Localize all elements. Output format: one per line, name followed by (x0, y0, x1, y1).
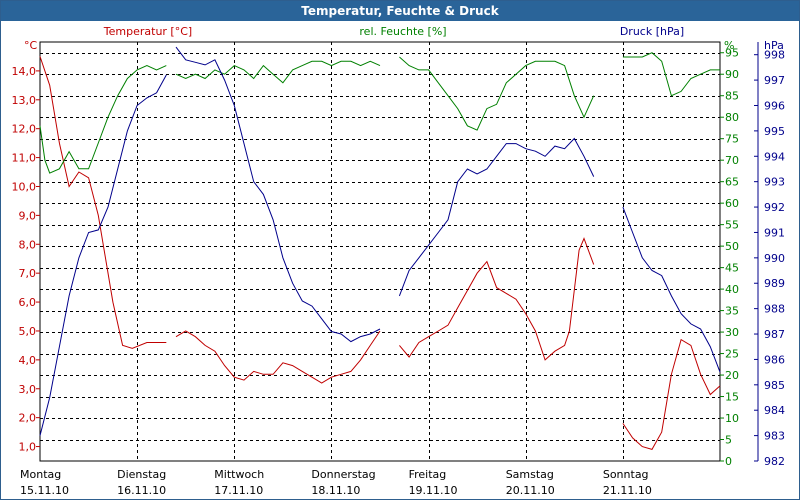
humidity-tick-label: 45 (725, 262, 739, 275)
pressure-tick-label: 993 (764, 176, 785, 189)
humidity-tick-label: 75 (725, 133, 739, 146)
humidity-tick-label: 85 (725, 90, 739, 103)
temperature-series-line (399, 237, 595, 361)
pressure-series-line (175, 46, 381, 343)
pressure-tick-label: 995 (764, 125, 785, 138)
temperature-tick-label: 3,0 (19, 383, 37, 396)
humidity-tick-label: 40 (725, 283, 739, 296)
axes: 1,0 2,0 3,0 4,0 5,0 6,0 7,0 8,0 9,0 10,0 11,0 12,0 1… (12, 42, 785, 497)
pressure-tick-label: 994 (764, 150, 785, 163)
humidity-tick-label: 30 (725, 326, 739, 339)
temperature-series-line (39, 56, 167, 349)
x-tick-day: Mittwoch (214, 468, 264, 481)
plot-frame (39, 41, 721, 462)
pressure-unit: hPa (764, 39, 784, 52)
grid (39, 41, 721, 462)
x-tick-day: Freitag (409, 468, 447, 481)
pressure-tick-label: 988 (764, 303, 785, 316)
temperature-series-line (622, 338, 721, 450)
humidity-tick-label: 50 (725, 240, 739, 253)
humidity-tick-label: 25 (725, 348, 739, 361)
x-tick-day: Samstag (506, 468, 554, 481)
temperature-tick-label: 2,0 (19, 412, 37, 425)
temperature-axis-label: Temperatur [°C] (103, 25, 192, 38)
temperature-tick-label: 11,0 (12, 152, 37, 165)
x-tick-day: Montag (20, 468, 61, 481)
temperature-tick-label: 9,0 (19, 209, 37, 222)
humidity-tick-label: 80 (725, 111, 739, 124)
humidity-tick-label: 70 (725, 154, 739, 167)
pressure-tick-label: 997 (764, 74, 785, 87)
chart-canvas: 1,0 2,0 3,0 4,0 5,0 6,0 7,0 8,0 9,0 10,0 11,0 12,0 1… (12, 25, 786, 497)
humidity-tick-label: 60 (725, 197, 739, 210)
humidity-tick-label: 15 (725, 391, 739, 404)
temperature-series-line (175, 330, 381, 384)
temperature-tick-label: 8,0 (19, 238, 37, 251)
humidity-tick-label: 55 (725, 219, 739, 232)
pressure-tick-label: 987 (764, 328, 785, 341)
pressure-tick-label: 982 (764, 455, 785, 468)
temperature-tick-label: 12,0 (12, 123, 37, 136)
x-tick-date: 19.11.10 (409, 484, 458, 497)
x-tick-date: 18.11.10 (311, 484, 360, 497)
humidity-axis-label: rel. Feuchte [%] (359, 25, 446, 38)
humidity-unit: % (724, 39, 734, 52)
temperature-tick-label: 13,0 (12, 94, 37, 107)
temperature-tick-label: 7,0 (19, 267, 37, 280)
pressure-series-line (398, 137, 595, 297)
temperature-tick-label: 4,0 (19, 354, 37, 367)
humidity-series-line (39, 65, 167, 174)
series-lines (39, 46, 721, 450)
temperature-tick-label: 6,0 (19, 296, 37, 309)
humidity-tick-label: 5 (725, 434, 732, 447)
humidity-tick-label: 90 (725, 68, 739, 81)
pressure-tick-label: 989 (764, 277, 785, 290)
humidity-series-line (399, 56, 595, 131)
x-tick-day: Donnerstag (311, 468, 375, 481)
x-tick-date: 17.11.10 (214, 484, 263, 497)
pressure-tick-label: 985 (764, 379, 785, 392)
pressure-tick-label: 992 (764, 201, 785, 214)
temperature-tick-label: 1,0 (19, 441, 37, 454)
pressure-tick-label: 991 (764, 226, 785, 239)
x-tick-date: 20.11.10 (506, 484, 555, 497)
temperature-unit: °C (24, 39, 38, 52)
humidity-tick-label: 65 (725, 176, 739, 189)
humidity-tick-label: 10 (725, 412, 739, 425)
x-tick-date: 15.11.10 (20, 484, 69, 497)
pressure-tick-label: 983 (764, 430, 785, 443)
pressure-tick-label: 986 (764, 353, 785, 366)
x-tick-date: 21.11.10 (603, 484, 652, 497)
temperature-tick-label: 10,0 (12, 180, 37, 193)
x-tick-day: Dienstag (117, 468, 166, 481)
pressure-tick-label: 996 (764, 99, 785, 112)
pressure-tick-label: 984 (764, 404, 785, 417)
temperature-tick-label: 5,0 (19, 325, 37, 338)
x-tick-day: Sonntag (603, 468, 649, 481)
pressure-tick-label: 990 (764, 252, 785, 265)
x-tick-date: 16.11.10 (117, 484, 166, 497)
pressure-axis-label: Druck [hPa] (620, 25, 684, 38)
humidity-tick-label: 35 (725, 305, 739, 318)
humidity-tick-label: 0 (725, 455, 732, 468)
humidity-tick-label: 20 (725, 369, 739, 382)
temperature-tick-label: 14,0 (12, 65, 37, 78)
